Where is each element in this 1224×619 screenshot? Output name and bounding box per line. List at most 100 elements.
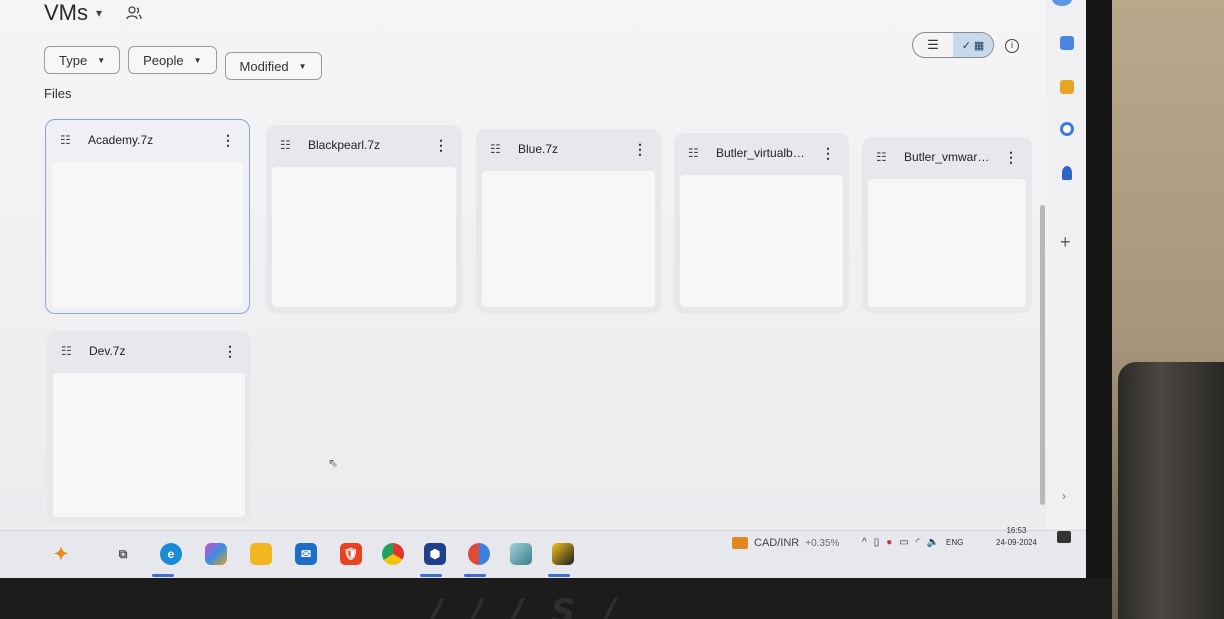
screen: VMs ▾ Type ▼ People ▼ Modified ▼ Files ☰… <box>0 0 1086 578</box>
file-thumbnail <box>52 162 243 307</box>
title-row: VMs ▾ <box>44 0 142 26</box>
file-thumbnail <box>868 179 1026 307</box>
terminal-app-icon[interactable] <box>552 543 574 565</box>
file-name: Blue.7z <box>518 142 559 156</box>
side-panel-rail: + › <box>1046 0 1086 530</box>
file-card-header: ☷ Butler_virtualbo... ⋮ <box>674 133 849 173</box>
battery-icon[interactable]: ▭ <box>899 537 908 548</box>
currency-pair: CAD/INR <box>754 537 800 549</box>
monitor-brand-logo: / / / S / <box>430 592 624 619</box>
list-view-button[interactable]: ☰ <box>913 33 953 57</box>
list-icon: ☰ <box>927 37 939 52</box>
monitor-bezel-right <box>1086 0 1112 619</box>
system-tray: ^ ▯ ● ▭ ◜ 🔈 ENG <box>862 537 963 548</box>
page-title[interactable]: VMs <box>44 0 88 26</box>
file-thumbnail <box>53 373 245 517</box>
keep-notes-icon[interactable] <box>1060 80 1074 94</box>
language-indicator[interactable]: ENG <box>946 538 963 547</box>
file-card[interactable]: ☷ Academy.7z ⋮ <box>45 119 250 314</box>
archive-file-icon: ☷ <box>490 142 501 156</box>
tasks-icon[interactable] <box>1060 122 1074 136</box>
clock[interactable]: 16:53 24-09-2024 <box>996 525 1037 549</box>
file-name: Academy.7z <box>88 133 154 147</box>
file-card[interactable]: ☷ Blackpearl.7z ⋮ <box>266 125 462 313</box>
more-options-icon[interactable]: ⋮ <box>821 145 835 162</box>
archive-file-icon: ☷ <box>876 150 887 164</box>
mail-icon[interactable]: ✉ <box>295 543 317 565</box>
chrome-profile-active-indicator <box>464 574 486 577</box>
more-options-icon[interactable]: ⋮ <box>221 132 235 149</box>
currency-icon <box>732 537 748 549</box>
file-explorer-icon[interactable] <box>250 543 272 565</box>
more-options-icon[interactable]: ⋮ <box>223 343 237 360</box>
file-card[interactable]: ☷ Butler_virtualbo... ⋮ <box>674 133 849 313</box>
edge-active-indicator <box>152 574 174 577</box>
file-thumbnail <box>482 171 655 307</box>
more-options-icon[interactable]: ⋮ <box>633 141 647 158</box>
grid-icon: ▦ <box>973 39 985 52</box>
view-toggle: ☰ ✓ ▦ <box>912 32 994 58</box>
file-card[interactable]: ☷ Blue.7z ⋮ <box>476 129 661 313</box>
background-mug <box>1118 362 1224 619</box>
filter-bar: Type ▼ People ▼ Modified ▼ <box>44 46 322 80</box>
file-thumbnail <box>272 167 456 307</box>
more-options-icon[interactable]: ⋮ <box>1004 149 1018 166</box>
chevron-right-icon[interactable]: › <box>1062 489 1066 503</box>
account-avatar-icon[interactable] <box>1052 0 1072 6</box>
check-icon: ✓ <box>961 39 971 52</box>
taskbar: ✦ ⧉ e ✉ 🛡 ⬢ CAD/INR +0.35% ^ ▯ ● ▭ ◜ 🔈 E… <box>0 526 1086 578</box>
file-thumbnail <box>680 175 843 307</box>
wifi-icon[interactable]: ◜ <box>916 537 920 548</box>
brave-browser-icon[interactable]: 🛡 <box>340 543 362 565</box>
dropdown-arrow-icon: ▼ <box>193 55 202 65</box>
calendar-icon[interactable] <box>1060 36 1074 50</box>
virtualbox-active-indicator <box>420 574 442 577</box>
grid-view-button[interactable]: ✓ ▦ <box>953 33 993 57</box>
chevron-down-icon[interactable]: ▾ <box>96 6 102 20</box>
vmware-icon[interactable] <box>510 543 532 565</box>
filter-modified[interactable]: Modified ▼ <box>224 52 322 80</box>
dropdown-arrow-icon: ▼ <box>97 55 106 65</box>
drive-main-area: VMs ▾ Type ▼ People ▼ Modified ▼ Files ☰… <box>0 0 1046 530</box>
copilot-app-icon[interactable] <box>205 543 227 565</box>
chrome-icon[interactable] <box>382 543 404 565</box>
currency-widget[interactable]: CAD/INR +0.35% <box>732 537 839 549</box>
archive-file-icon: ☷ <box>280 138 291 152</box>
filter-modified-label: Modified <box>239 58 289 74</box>
terminal-active-indicator <box>548 574 570 577</box>
add-addon-icon[interactable]: + <box>1060 232 1071 253</box>
archive-file-icon: ☷ <box>688 146 699 160</box>
file-name: Butler_vmware.7z <box>904 150 990 164</box>
virtualbox-icon[interactable]: ⬢ <box>424 543 446 565</box>
notification-icon[interactable] <box>1057 531 1071 543</box>
people-icon[interactable] <box>126 6 142 20</box>
dropdown-arrow-icon: ▼ <box>298 61 307 71</box>
file-card[interactable]: ☷ Butler_vmware.7z ⋮ <box>862 137 1032 313</box>
file-card-header: ☷ Blackpearl.7z ⋮ <box>266 125 462 165</box>
file-name: Butler_virtualbo... <box>716 146 807 160</box>
tray-record-icon[interactable]: ● <box>886 537 892 548</box>
filter-people[interactable]: People ▼ <box>128 46 217 74</box>
section-label-files: Files <box>44 86 72 101</box>
info-icon[interactable]: i <box>1005 39 1019 53</box>
task-view-icon[interactable]: ⧉ <box>112 543 134 565</box>
file-card[interactable]: ☷ Dev.7z ⋮ <box>47 331 251 523</box>
file-name: Dev.7z <box>89 344 126 358</box>
contacts-icon[interactable] <box>1062 166 1072 180</box>
filter-type-label: Type <box>59 52 88 68</box>
archive-file-icon: ☷ <box>60 133 71 147</box>
file-card-header: ☷ Dev.7z ⋮ <box>47 331 251 371</box>
chrome-profile-icon[interactable] <box>468 543 490 565</box>
volume-icon[interactable]: 🔈 <box>927 537 939 548</box>
currency-change: +0.35% <box>805 537 840 549</box>
edge-icon[interactable]: e <box>160 543 182 565</box>
tray-app-icon[interactable]: ▯ <box>874 537 880 548</box>
more-options-icon[interactable]: ⋮ <box>434 137 448 154</box>
mouse-cursor-icon: ⇖ <box>328 456 339 470</box>
filter-type[interactable]: Type ▼ <box>44 46 121 74</box>
copilot-icon[interactable]: ✦ <box>50 543 72 565</box>
file-card-header: ☷ Blue.7z ⋮ <box>476 129 661 169</box>
scrollbar[interactable] <box>1040 205 1045 505</box>
file-card-header: ☷ Academy.7z ⋮ <box>46 120 249 160</box>
show-hidden-icons-icon[interactable]: ^ <box>862 537 867 548</box>
